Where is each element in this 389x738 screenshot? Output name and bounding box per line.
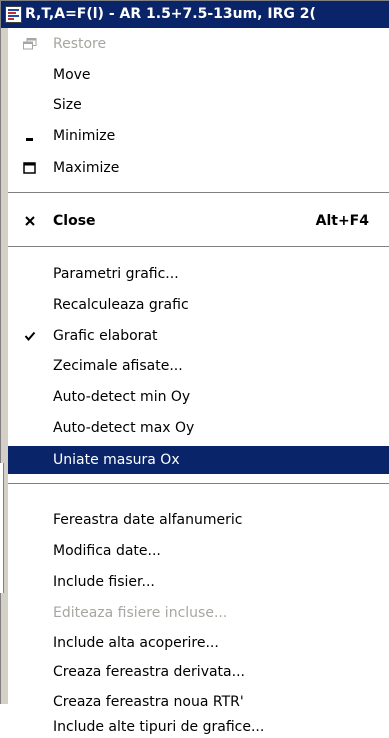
menu-item-close-label: Close xyxy=(53,213,96,229)
menu-item-close-shortcut: Alt+F4 xyxy=(315,213,369,229)
menu-item-include-fisier[interactable]: Include fisier... xyxy=(8,568,389,596)
menu-item-move[interactable]: Move xyxy=(8,61,389,89)
menu-item-maximize[interactable]: Maximize xyxy=(8,154,389,182)
menu-item-modifica-date[interactable]: Modifica date... xyxy=(8,537,389,565)
minimize-icon xyxy=(20,122,40,150)
maximize-icon xyxy=(20,154,40,182)
menu-item-creaza-derivata[interactable]: Creaza fereastra derivata... xyxy=(8,658,389,686)
menu-item-zecimale-afisate[interactable]: Zecimale afisate... xyxy=(8,352,389,380)
menu-item-move-label: Move xyxy=(53,67,91,83)
menu-item-label: Recalculeaza grafic xyxy=(53,297,189,313)
menu-item-include-tipuri[interactable]: Include alte tipuri de grafice... xyxy=(8,716,389,738)
menu-item-label: Creaza fereastra derivata... xyxy=(53,664,245,680)
menu-separator xyxy=(8,483,389,485)
menu-item-label: Grafic elaborat xyxy=(53,328,158,344)
chart-window-icon[interactable] xyxy=(5,6,22,23)
menu-item-creaza-rtr[interactable]: Creaza fereastra noua RTR' xyxy=(8,688,389,716)
menu-item-restore: Restore xyxy=(8,30,389,58)
window-title: R,T,A=F(l) - AR 1.5+7.5-13um, IRG 2( xyxy=(25,6,316,22)
menu-item-close[interactable]: Close Alt+F4 xyxy=(8,207,389,235)
menu-item-parametri-grafic[interactable]: Parametri grafic... xyxy=(8,260,389,288)
menu-item-auto-detect-min[interactable]: Auto-detect min Oy xyxy=(8,383,389,411)
window-titlebar[interactable]: R,T,A=F(l) - AR 1.5+7.5-13um, IRG 2( xyxy=(0,0,389,28)
menu-separator xyxy=(8,246,389,248)
menu-item-size-label: Size xyxy=(53,97,82,113)
checkmark-icon xyxy=(20,322,40,350)
menu-item-grafic-elaborat[interactable]: Grafic elaborat xyxy=(8,322,389,350)
restore-icon xyxy=(20,30,40,58)
menu-item-size[interactable]: Size xyxy=(8,91,389,119)
menu-item-label: Uniate masura Ox xyxy=(53,452,180,468)
menu-item-label: Zecimale afisate... xyxy=(53,358,183,374)
menu-item-label: Fereastra date alfanumeric xyxy=(53,512,243,528)
menu-item-editeaza-fisiere: Editeaza fisiere incluse... xyxy=(8,599,389,627)
menu-separator xyxy=(8,192,389,194)
menu-item-label: Include alta acoperire... xyxy=(53,635,219,651)
menu-item-uniate-masura[interactable]: Uniate masura Ox xyxy=(8,446,389,474)
system-menu: Restore Move Size Minimize Maximize Clos xyxy=(8,28,389,735)
close-icon xyxy=(20,207,40,235)
menu-item-recalculeaza-grafic[interactable]: Recalculeaza grafic xyxy=(8,291,389,319)
menu-item-label: Parametri grafic... xyxy=(53,266,179,282)
menu-item-label: Include alte tipuri de grafice... xyxy=(53,719,265,735)
menu-item-label: Include fisier... xyxy=(53,574,155,590)
menu-item-label: Auto-detect max Oy xyxy=(53,420,195,436)
window-edge-notch xyxy=(0,463,4,593)
menu-item-label: Editeaza fisiere incluse... xyxy=(53,605,228,621)
menu-item-auto-detect-max[interactable]: Auto-detect max Oy xyxy=(8,414,389,442)
menu-item-minimize[interactable]: Minimize xyxy=(8,122,389,150)
menu-item-fereastra-date[interactable]: Fereastra date alfanumeric xyxy=(8,506,389,534)
menu-item-label: Modifica date... xyxy=(53,543,161,559)
window-left-edge xyxy=(0,28,8,704)
menu-item-restore-label: Restore xyxy=(53,36,107,52)
menu-item-maximize-label: Maximize xyxy=(53,160,120,176)
menu-item-include-acoperire[interactable]: Include alta acoperire... xyxy=(8,629,389,657)
menu-item-label: Creaza fereastra noua RTR' xyxy=(53,694,244,710)
menu-item-minimize-label: Minimize xyxy=(53,128,116,144)
menu-item-label: Auto-detect min Oy xyxy=(53,389,191,405)
